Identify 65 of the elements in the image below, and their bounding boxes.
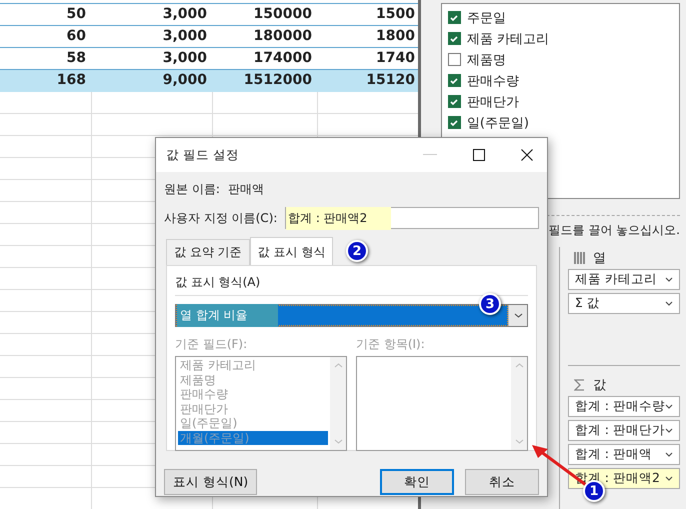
dialog-button[interactable]: 확인	[380, 469, 454, 495]
check-icon	[449, 118, 460, 128]
field-label: 제품명	[466, 52, 506, 68]
chevron-icon	[665, 452, 673, 457]
table-cell-text: 1512000	[242, 71, 313, 90]
checkbox[interactable]	[448, 32, 461, 45]
field-label: 판매단가	[466, 94, 519, 110]
checkbox[interactable]	[448, 74, 461, 87]
area-title: 값	[592, 377, 606, 394]
dialog-button[interactable]: 표시 형식(N)	[164, 469, 258, 495]
table-cell-text: 168	[56, 71, 87, 90]
chevron-icon	[665, 476, 673, 481]
check-icon	[449, 76, 460, 86]
tab[interactable]: 값 표시 형식	[250, 237, 334, 265]
custom-name-field[interactable]: 합계 : 판매액2	[285, 207, 539, 229]
field-chip[interactable]: 합계 : 판매단가	[568, 420, 680, 441]
dialog-title: 값 필드 설정	[166, 146, 240, 164]
columns-icon	[574, 252, 585, 264]
area-title: 열	[592, 250, 606, 267]
field-chip[interactable]: 합계 : 판매수량	[568, 396, 680, 417]
table-cell-text: 1500	[375, 5, 416, 24]
table-cell-text: 9,000	[162, 71, 208, 90]
checkbox[interactable]	[448, 116, 461, 129]
checkbox[interactable]	[448, 95, 461, 108]
field-label: 일(주문일)	[466, 114, 529, 132]
sigma-icon	[574, 379, 585, 391]
field-chip[interactable]: Σ 값	[568, 293, 680, 314]
table-cell-text: 1740	[375, 49, 416, 68]
maximize-icon[interactable]	[473, 149, 485, 161]
source-name-value: 판매액	[228, 180, 264, 198]
table-cell-text: 3,000	[162, 49, 208, 68]
chevron-icon	[665, 428, 673, 433]
field-chip[interactable]: 제품 카테고리	[568, 269, 680, 290]
custom-name-label: 사용자 지정 이름(C):	[164, 210, 278, 226]
field-label: 판매수량	[466, 72, 519, 90]
show-as-label: 값 표시 형식(A)	[175, 274, 528, 296]
table-cell-text: 58	[66, 49, 87, 68]
base-field-label: 기준 필드(F):	[175, 336, 248, 353]
check-icon	[449, 34, 460, 44]
checkbox[interactable]	[448, 53, 461, 66]
tab[interactable]: 값 요약 기준	[166, 239, 250, 265]
close-icon[interactable]	[521, 149, 533, 161]
check-icon	[449, 96, 460, 106]
chevron-icon	[665, 301, 673, 306]
table-cell-text: 174000	[252, 49, 313, 68]
base-item-label: 기준 항목(I):	[356, 336, 426, 353]
chevron-icon	[665, 277, 673, 282]
chevron-icon	[514, 313, 522, 318]
table-cell-text: 60	[66, 27, 87, 46]
table-cell-text: 15120	[365, 71, 416, 90]
table-cell-text: 50	[66, 5, 87, 24]
table-cell-text: 3,000	[162, 27, 208, 46]
source-name-label: 원본 이름:	[164, 180, 220, 198]
table-cell-text: 1800	[375, 27, 416, 46]
table-cell-text: 3,000	[162, 5, 208, 24]
table-cell-text: 150000	[252, 5, 313, 24]
drop-hint: 필드를 끌어 놓으십시오.	[548, 222, 680, 239]
field-label: 주문일	[466, 10, 506, 26]
field-label: 제품 카테고리	[466, 30, 549, 48]
check-icon	[449, 12, 460, 22]
dialog-button[interactable]: 취소	[465, 469, 539, 495]
table-cell-text: 180000	[252, 27, 313, 46]
field-chip[interactable]: 합계 : 판매액	[568, 444, 680, 465]
chevron-icon	[665, 404, 673, 409]
checkbox[interactable]	[448, 11, 461, 24]
